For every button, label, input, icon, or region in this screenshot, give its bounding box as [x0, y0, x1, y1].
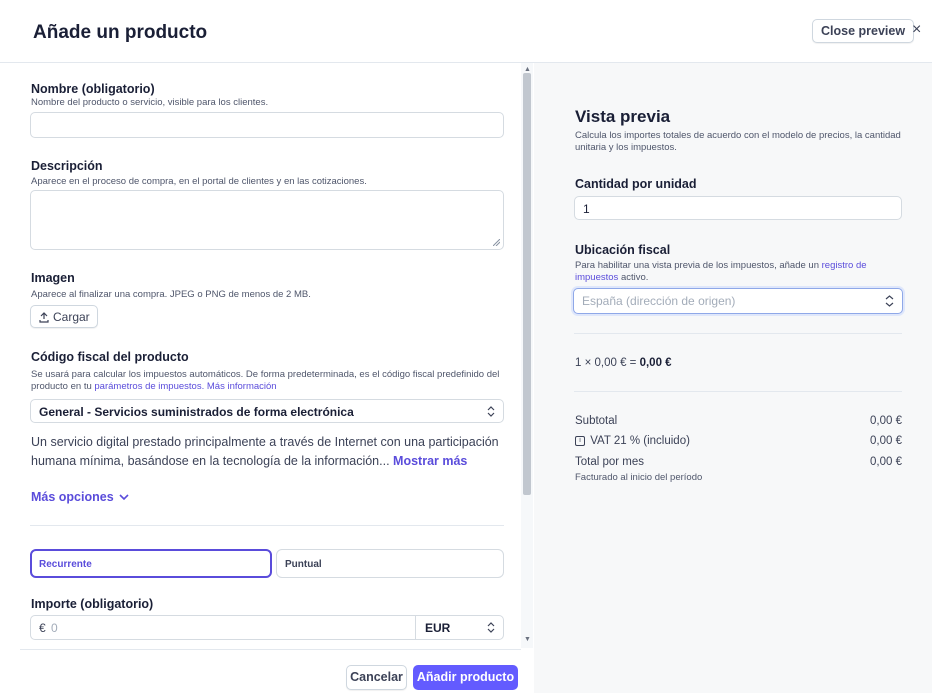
- total-value: 0,00 €: [870, 456, 902, 468]
- currency-symbol: €: [39, 621, 46, 635]
- price-calculation: 1 × 0,00 € = 0,00 €: [575, 357, 672, 369]
- product-form: Nombre (obligatorio) Nombre del producto…: [20, 63, 521, 648]
- tab-one-time[interactable]: Puntual: [276, 549, 504, 578]
- name-input[interactable]: [30, 112, 504, 138]
- total-label: Total por mes: [575, 456, 645, 468]
- add-product-button[interactable]: Añadir producto: [413, 665, 518, 690]
- scroll-up-icon[interactable]: ▲: [524, 66, 531, 73]
- tax-code-help: Se usará para calcular los impuestos aut…: [31, 369, 500, 392]
- info-icon[interactable]: i: [575, 435, 585, 446]
- amount-input-group[interactable]: € 0 EUR: [30, 615, 504, 640]
- show-more-link[interactable]: Mostrar más: [393, 454, 467, 468]
- close-preview-button[interactable]: Close preview: [812, 19, 915, 43]
- tax-code-select[interactable]: General - Servicios suministrados de for…: [30, 399, 504, 423]
- modal-footer: Cancelar Añadir producto: [20, 649, 521, 694]
- tax-location-select[interactable]: España (dirección de origen): [573, 288, 903, 314]
- select-chevrons-icon: [487, 406, 495, 417]
- modal-title: Añade un producto: [33, 22, 208, 43]
- divider: [574, 391, 902, 392]
- divider: [574, 333, 902, 334]
- tax-location-help: Para habilitar una vista previa de los i…: [575, 260, 867, 283]
- currency-select[interactable]: EUR: [425, 621, 450, 635]
- select-chevrons-icon: [487, 622, 495, 633]
- quantity-label: Cantidad por unidad: [575, 177, 697, 191]
- amount-input[interactable]: 0: [51, 621, 58, 635]
- more-info-link[interactable]: Más información: [207, 381, 277, 392]
- total-note: Facturado al inicio del período: [575, 472, 703, 483]
- tax-code-label: Código fiscal del producto: [31, 350, 189, 364]
- vat-value: 0,00 €: [870, 435, 902, 447]
- more-options-toggle[interactable]: Más opciones: [31, 490, 129, 504]
- preview-panel: Vista previa Calcula los importes totale…: [534, 63, 932, 693]
- description-help: Aparece en el proceso de compra, en el p…: [31, 176, 367, 187]
- divider: [30, 525, 504, 526]
- subtotal-label: Subtotal: [575, 415, 618, 427]
- chevron-down-icon: [119, 494, 129, 501]
- preview-title: Vista previa: [575, 107, 671, 126]
- description-label: Descripción: [31, 159, 103, 173]
- upload-button[interactable]: Cargar: [30, 305, 98, 328]
- scroll-down-icon[interactable]: ▼: [524, 636, 531, 643]
- divider: [415, 616, 416, 639]
- tax-code-description: Un servicio digital prestado principalme…: [31, 435, 499, 468]
- vat-row: i VAT 21 % (incluido): [575, 435, 690, 447]
- description-textarea[interactable]: [30, 190, 504, 250]
- tax-location-label: Ubicación fiscal: [575, 243, 671, 257]
- tax-settings-link[interactable]: parámetros de impuestos.: [94, 381, 204, 392]
- upload-label: Cargar: [53, 310, 90, 324]
- tax-code-selected: General - Servicios suministrados de for…: [39, 405, 354, 419]
- vat-label: VAT 21 % (incluido): [590, 435, 690, 447]
- tab-recurring[interactable]: Recurrente: [30, 549, 272, 578]
- name-label: Nombre (obligatorio): [31, 82, 155, 96]
- amount-label: Importe (obligatorio): [31, 597, 154, 611]
- resize-handle-icon[interactable]: [493, 239, 500, 246]
- name-help: Nombre del producto o servicio, visible …: [31, 97, 269, 108]
- image-label: Imagen: [31, 271, 75, 285]
- image-help: Aparece al finalizar una compra. JPEG o …: [31, 289, 311, 300]
- scrollbar-thumb[interactable]: [523, 73, 531, 495]
- cancel-button[interactable]: Cancelar: [346, 665, 407, 690]
- subtotal-value: 0,00 €: [870, 415, 902, 427]
- quantity-input[interactable]: 1: [574, 196, 902, 220]
- preview-subtitle: Calcula los importes totales de acuerdo …: [575, 130, 901, 153]
- upload-icon: [39, 312, 49, 323]
- select-chevrons-icon: [885, 295, 894, 307]
- close-icon[interactable]: ×: [912, 22, 921, 38]
